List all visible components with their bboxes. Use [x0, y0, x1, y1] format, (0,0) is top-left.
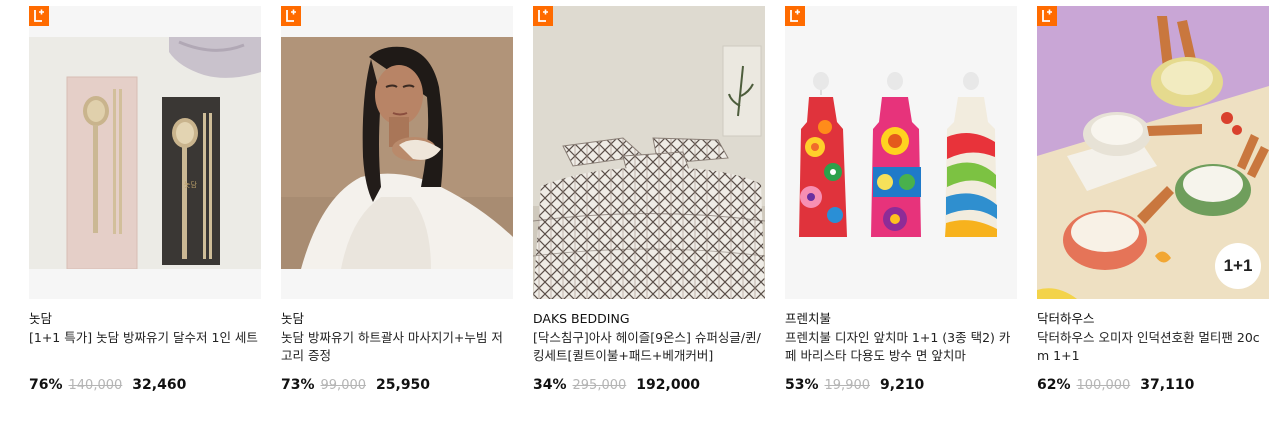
product-card[interactable]: DAKS BEDDING [닥스침구]아사 헤이즐[9온스] 슈퍼싱글/퀸/킹세… [533, 6, 765, 393]
product-image-brass-spoon-set: 놋담 [29, 37, 261, 269]
product-card[interactable]: 놋담 놋담 [1+1 특가] 놋담 방짜유기 달수저 1인 세트 76% 140… [29, 6, 261, 393]
product-card[interactable]: 놋담 놋담 방짜유기 하트괄사 마사지기+누빔 저고리 증정 73% 99,00… [281, 6, 513, 393]
product-brand: 놋담 [281, 311, 305, 326]
price-row: 76% 140,000 32,460 [29, 377, 261, 393]
sale-price: 32,460 [132, 377, 187, 393]
lplus-badge-icon [29, 6, 49, 26]
product-image-model-gua-sha [281, 37, 513, 269]
sale-price: 25,950 [376, 377, 431, 393]
product-brand: DAKS BEDDING [533, 311, 630, 326]
product-thumbnail[interactable] [785, 6, 1017, 299]
sale-price: 9,210 [880, 377, 925, 393]
product-brand: 닥터하우스 [1037, 311, 1095, 326]
product-card[interactable]: 1+1 닥터하우스 닥터하우스 오미자 인덕션호환 멀티팬 20cm 1+1 6… [1037, 6, 1269, 393]
lplus-badge-icon [281, 6, 301, 26]
product-title[interactable]: 놋담 방짜유기 하트괄사 마사지기+누빔 저고리 증정 [281, 329, 513, 365]
product-title[interactable]: 닥터하우스 오미자 인덕션호환 멀티팬 20cm 1+1 [1037, 329, 1269, 365]
product-title[interactable]: [닥스침구]아사 헤이즐[9온스] 슈퍼싱글/퀸/킹세트[퀼트이불+패드+베개커… [533, 329, 765, 365]
product-title[interactable]: [1+1 특가] 놋담 방짜유기 달수저 1인 세트 [29, 329, 261, 365]
original-price: 19,900 [824, 378, 871, 393]
product-grid: 놋담 놋담 [1+1 특가] 놋담 방짜유기 달수저 1인 세트 76% 140… [29, 6, 1269, 393]
lplus-badge-icon [785, 6, 805, 26]
product-image-bedding-set [533, 6, 765, 299]
price-row: 34% 295,000 192,000 [533, 377, 765, 393]
product-brand: 프렌치불 [785, 311, 832, 326]
product-thumbnail[interactable] [281, 6, 513, 299]
sale-price: 192,000 [636, 377, 701, 393]
product-thumbnail[interactable]: 1+1 [1037, 6, 1269, 299]
original-price: 140,000 [68, 378, 123, 393]
product-brand: 놋담 [29, 311, 53, 326]
discount-rate: 34% [533, 377, 567, 393]
product-card[interactable]: 프렌치불 프렌치불 디자인 앞치마 1+1 (3종 택2) 카페 바리스타 다용… [785, 6, 1017, 393]
product-thumbnail[interactable] [533, 6, 765, 299]
lplus-badge-icon [533, 6, 553, 26]
price-row: 53% 19,900 9,210 [785, 377, 1017, 393]
original-price: 99,000 [320, 378, 367, 393]
product-title[interactable]: 프렌치불 디자인 앞치마 1+1 (3종 택2) 카페 바리스타 다용도 방수 … [785, 329, 1017, 365]
discount-rate: 62% [1037, 377, 1071, 393]
product-thumbnail[interactable]: 놋담 [29, 6, 261, 299]
discount-rate: 53% [785, 377, 819, 393]
original-price: 100,000 [1076, 378, 1131, 393]
price-row: 73% 99,000 25,950 [281, 377, 513, 393]
original-price: 295,000 [572, 378, 627, 393]
sale-price: 37,110 [1140, 377, 1195, 393]
discount-rate: 76% [29, 377, 63, 393]
promo-badge: 1+1 [1215, 243, 1261, 289]
lplus-badge-icon [1037, 6, 1057, 26]
discount-rate: 73% [281, 377, 315, 393]
price-row: 62% 100,000 37,110 [1037, 377, 1269, 393]
svg-text:놋담: 놋담 [184, 180, 197, 189]
product-image-aprons [785, 37, 1017, 269]
